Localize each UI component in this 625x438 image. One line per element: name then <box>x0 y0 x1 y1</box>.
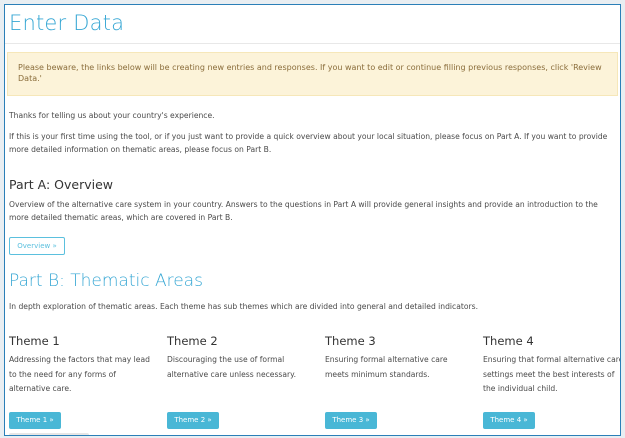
theme-title: Theme 3 <box>325 334 376 348</box>
theme-description: Ensuring formal alternative care meets m… <box>325 355 448 379</box>
part-a-description: Overview of the alternative care system … <box>9 200 598 222</box>
theme-4-button[interactable]: Theme 4 » <box>483 412 535 429</box>
intro-thanks: Thanks for telling us about your country… <box>9 111 215 120</box>
theme-description: Discouraging the use of formal alternati… <box>167 355 296 379</box>
theme-title: Theme 2 <box>167 334 218 348</box>
part-b-heading: Part B: Thematic Areas <box>9 271 203 291</box>
part-b-description: In depth exploration of thematic areas. … <box>9 302 478 311</box>
theme-card-3: Theme 3 Ensuring formal alternative care… <box>325 334 470 382</box>
theme-card-2: Theme 2 Discouraging the use of formal a… <box>167 334 312 382</box>
theme-description: Ensuring that formal alternative care se… <box>483 355 621 393</box>
partial-button[interactable] <box>9 433 89 435</box>
theme-description: Addressing the factors that may lead to … <box>9 355 150 393</box>
theme-title: Theme 4 <box>483 334 534 348</box>
title-divider <box>5 43 620 44</box>
theme-3-button[interactable]: Theme 3 » <box>325 412 377 429</box>
intro-instructions: If this is your first time using the too… <box>9 132 608 154</box>
theme-2-button[interactable]: Theme 2 » <box>167 412 219 429</box>
page-frame: Enter Data Please beware, the links belo… <box>4 4 621 436</box>
theme-title: Theme 1 <box>9 334 60 348</box>
warning-alert: Please beware, the links below will be c… <box>7 52 618 96</box>
overview-button[interactable]: Overview » <box>9 237 65 255</box>
theme-card-4: Theme 4 Ensuring that formal alternative… <box>483 334 621 397</box>
page-title: Enter Data <box>9 11 125 35</box>
part-a-heading: Part A: Overview <box>9 177 114 192</box>
theme-1-button[interactable]: Theme 1 » <box>9 412 61 429</box>
theme-card-1: Theme 1 Addressing the factors that may … <box>9 334 154 397</box>
